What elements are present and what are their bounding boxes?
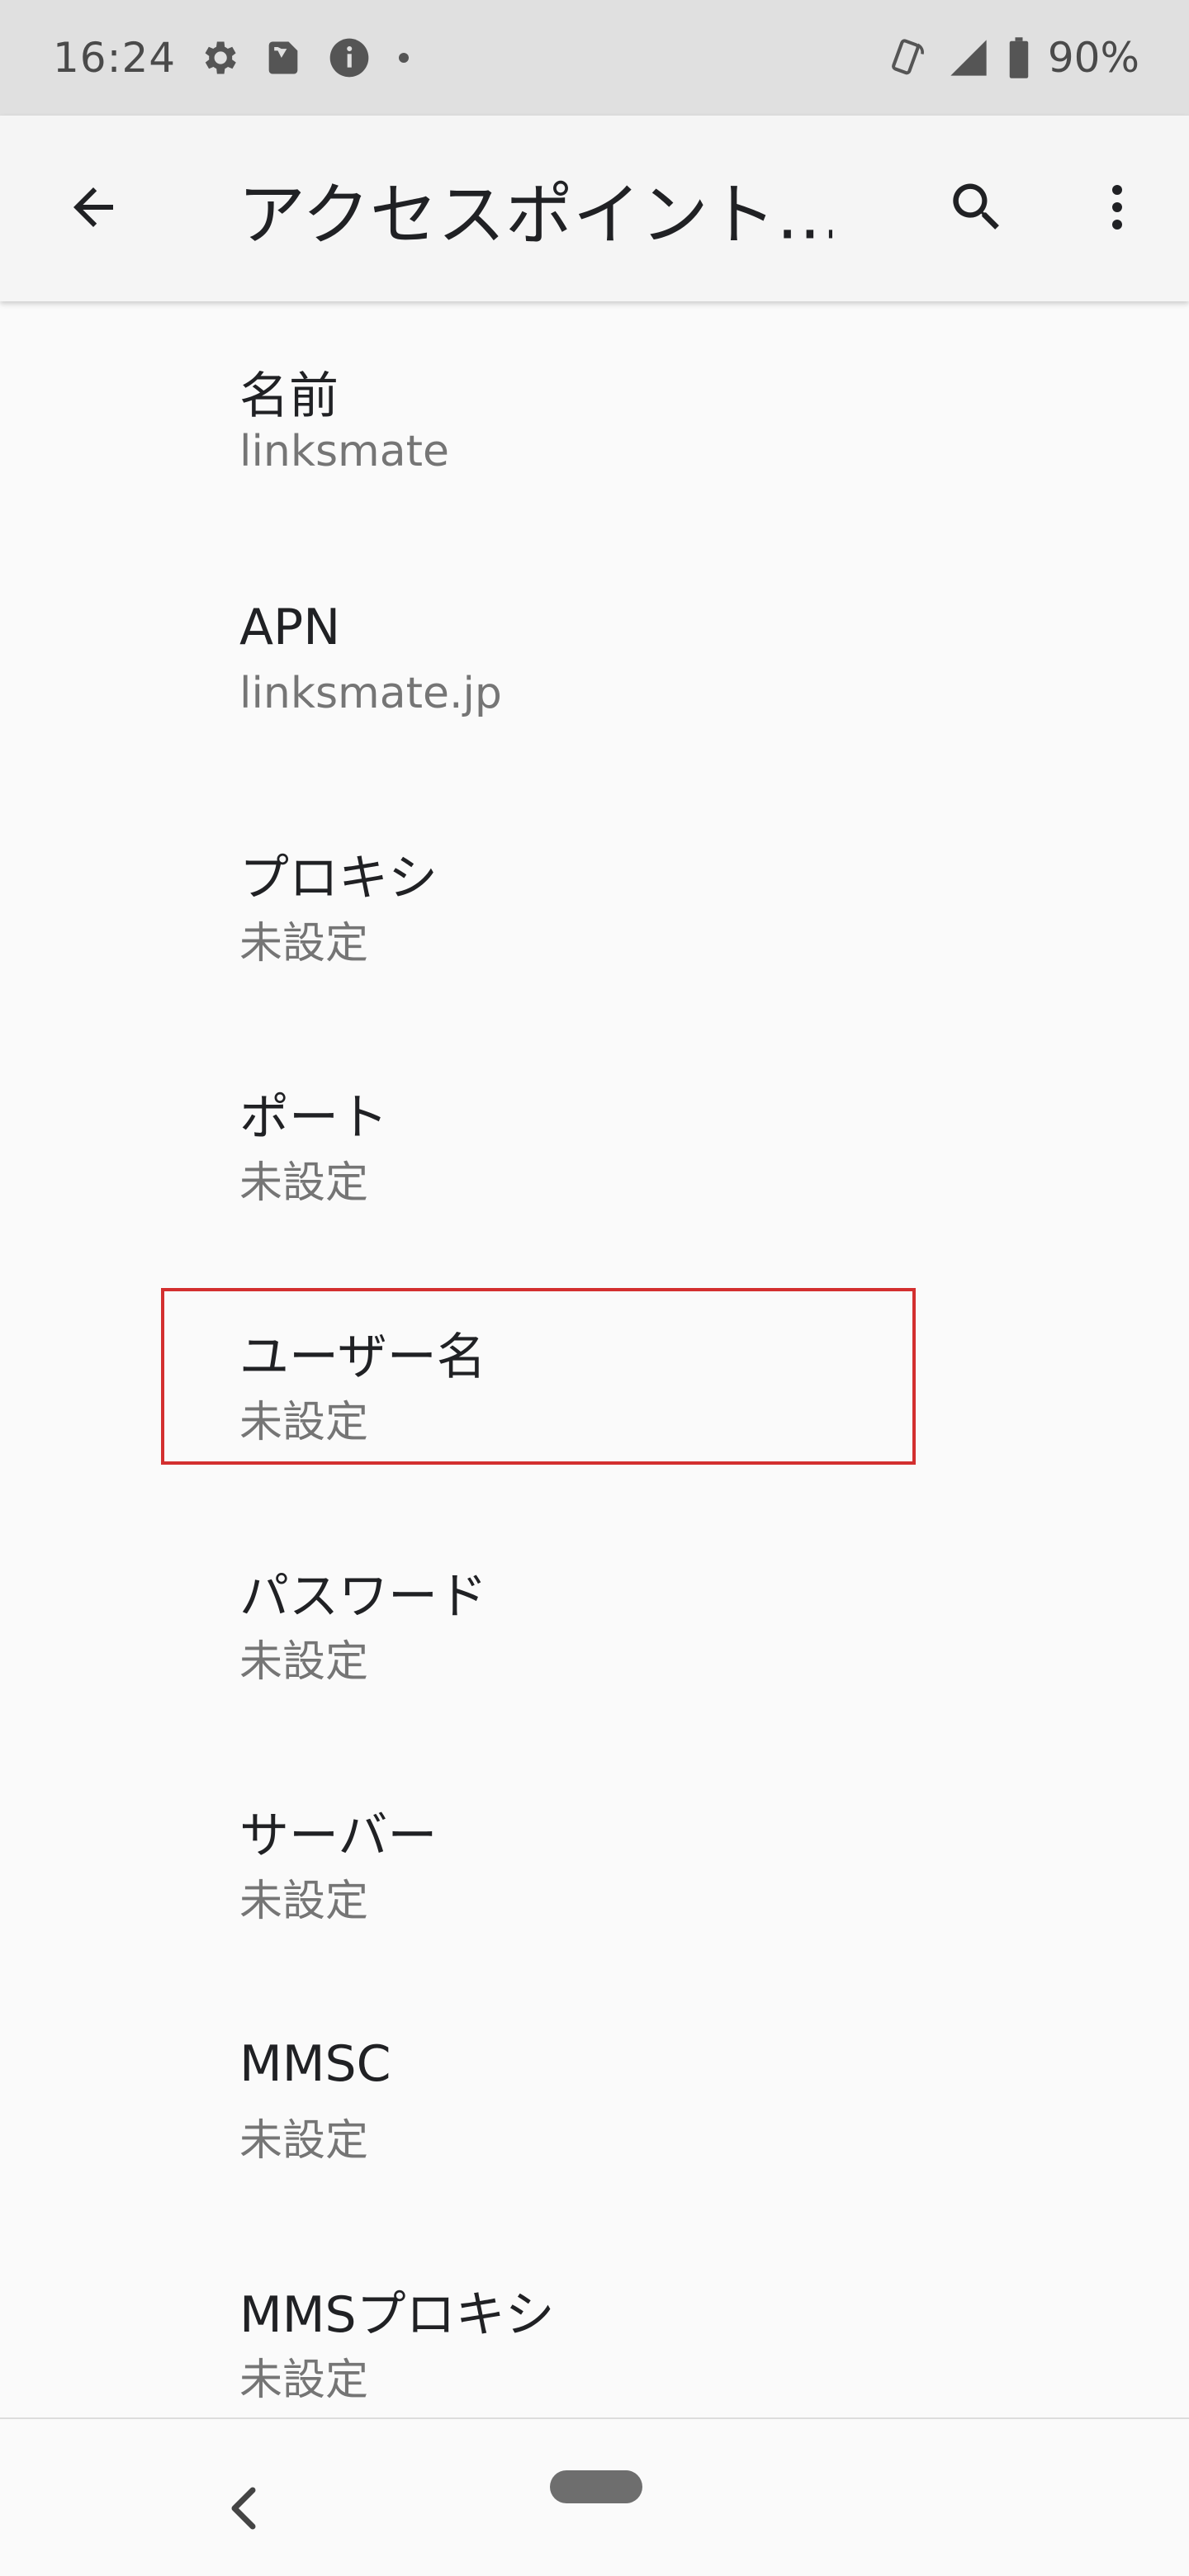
pref-summary: 未設定 bbox=[239, 2356, 369, 2405]
pref-title: ユーザー名 bbox=[239, 1328, 486, 1386]
pref-title: 名前 bbox=[239, 367, 339, 425]
pref-username[interactable]: ユーザー名 未設定 bbox=[0, 1259, 1189, 1499]
sim-card-icon bbox=[262, 36, 305, 79]
arrow-back-icon bbox=[64, 178, 123, 240]
home-pill-icon[interactable] bbox=[550, 2470, 642, 2503]
pref-summary: 未設定 bbox=[239, 1637, 369, 1687]
back-button[interactable] bbox=[48, 163, 139, 254]
pref-password[interactable]: パスワード 未設定 bbox=[0, 1499, 1189, 1738]
pref-server[interactable]: サーバー 未設定 bbox=[0, 1738, 1189, 1977]
signal-icon bbox=[947, 36, 990, 79]
pref-summary: 未設定 bbox=[239, 1158, 369, 1208]
status-bar: 16:24 90% bbox=[0, 0, 1189, 116]
dot-icon bbox=[394, 48, 414, 68]
apn-settings-list: 名前 linksmate APN linksmate.jp プロキシ 未設定 ポ… bbox=[0, 301, 1189, 2456]
pref-apn[interactable]: APN linksmate.jp bbox=[0, 541, 1189, 780]
gear-icon bbox=[197, 36, 240, 79]
pref-name[interactable]: 名前 linksmate bbox=[0, 301, 1189, 541]
nav-back-icon bbox=[228, 2485, 261, 2535]
pref-summary: 未設定 bbox=[239, 2116, 369, 2166]
pref-proxy[interactable]: プロキシ 未設定 bbox=[0, 780, 1189, 1020]
pref-summary: 未設定 bbox=[239, 919, 369, 968]
pref-title: MMSC bbox=[239, 2035, 391, 2093]
info-icon bbox=[326, 35, 372, 81]
search-icon bbox=[945, 176, 1008, 242]
pref-summary: linksmate.jp bbox=[239, 669, 502, 718]
battery-icon bbox=[1007, 36, 1031, 80]
more-options-button[interactable] bbox=[1072, 163, 1163, 254]
app-bar: アクセスポイント… bbox=[0, 116, 1189, 301]
navigation-bar bbox=[0, 2417, 1189, 2576]
nav-back-button[interactable] bbox=[220, 2477, 269, 2543]
pref-title: プロキシ bbox=[239, 850, 438, 907]
pref-title: パスワード bbox=[239, 1568, 487, 1626]
pref-title: APN bbox=[239, 599, 341, 656]
page-title: アクセスポイント… bbox=[238, 176, 832, 254]
status-left: 16:24 bbox=[53, 34, 414, 82]
battery-percent: 90% bbox=[1047, 34, 1139, 82]
pref-summary: linksmate bbox=[239, 427, 449, 476]
status-time: 16:24 bbox=[53, 34, 177, 82]
pref-port[interactable]: ポート 未設定 bbox=[0, 1020, 1189, 1259]
vibrate-icon bbox=[886, 36, 931, 80]
pref-title: ポート bbox=[239, 1089, 388, 1147]
pref-title: MMSプロキシ bbox=[239, 2286, 555, 2344]
pref-mmsc[interactable]: MMSC 未設定 bbox=[0, 1977, 1189, 2217]
more-vert-icon bbox=[1087, 178, 1147, 240]
pref-title: サーバー bbox=[239, 1807, 438, 1865]
pref-summary: 未設定 bbox=[239, 1877, 369, 1926]
pref-summary: 未設定 bbox=[239, 1398, 369, 1447]
search-button[interactable] bbox=[931, 163, 1022, 254]
status-right: 90% bbox=[886, 34, 1139, 82]
